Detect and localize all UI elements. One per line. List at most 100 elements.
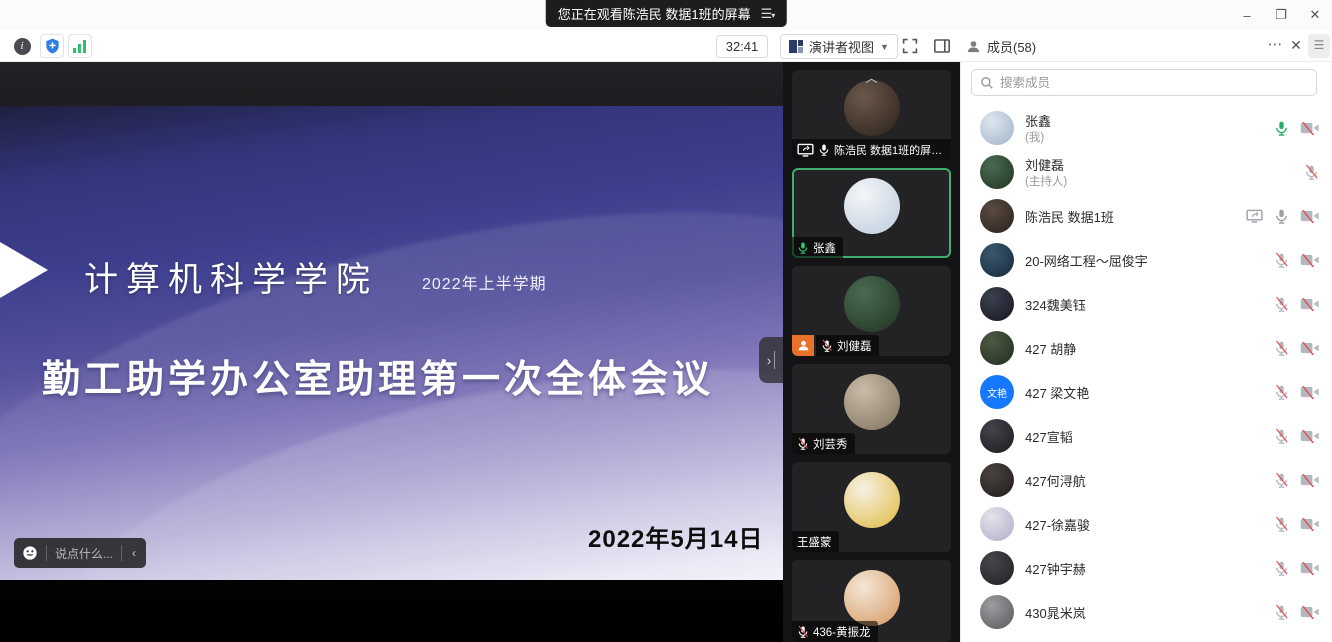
video-tile[interactable]: 436-黄振龙﹀ <box>792 560 951 642</box>
emoji-icon[interactable] <box>22 545 38 561</box>
panel-drag-handle-icon[interactable]: ☰ <box>1308 34 1330 58</box>
security-shield-icon[interactable] <box>40 34 64 58</box>
meeting-toolbar: i 32:41 演讲者视图 ▼ 成员(58) ⋯ ✕ ☰ <box>0 30 1332 62</box>
window-titlebar: 您正在观看陈浩民 数据1班的屏幕 ☰▾ – ❐ ✕ <box>0 0 1332 30</box>
side-panel-toggle-icon[interactable] <box>930 34 954 58</box>
tile-name: 王盛蒙 <box>797 534 832 550</box>
member-row[interactable]: 427宣韬 <box>961 414 1332 458</box>
video-tile[interactable]: 刘芸秀 <box>792 364 951 454</box>
member-name: 324魏美钰 <box>1025 295 1086 314</box>
member-row[interactable]: 427钟宇赫 <box>961 546 1332 590</box>
more-options-icon[interactable]: ⋯ <box>1264 34 1286 58</box>
tile-name-label: 王盛蒙 <box>792 531 839 552</box>
video-tile[interactable]: 张鑫 <box>792 168 951 258</box>
member-row[interactable]: 427-徐嘉骏 <box>961 502 1332 546</box>
slide-main-heading: 勤工助学办公室助理第一次全体会议 <box>42 348 714 403</box>
camera-muted-icon <box>1300 561 1319 575</box>
meeting-info-icon[interactable]: i <box>10 34 34 58</box>
member-row[interactable]: 文艳 427 梁文艳 <box>961 370 1332 414</box>
members-panel-header: 成员(58) <box>966 34 1036 58</box>
scroll-up-icon[interactable]: ︿ <box>865 73 877 83</box>
search-icon <box>980 76 994 90</box>
member-row[interactable]: 324魏美钰 <box>961 282 1332 326</box>
network-signal-icon[interactable] <box>68 34 92 58</box>
close-button[interactable]: ✕ <box>1298 0 1332 30</box>
member-name: 张鑫 <box>1025 111 1051 130</box>
mic-muted-icon <box>1274 384 1289 401</box>
mic-muted-icon <box>821 339 833 353</box>
chat-divider <box>121 545 122 561</box>
chat-input-bar[interactable]: 说点什么... ‹ <box>14 538 146 568</box>
avatar <box>980 243 1014 277</box>
avatar <box>844 472 900 528</box>
member-search-input[interactable] <box>1000 76 1308 90</box>
chat-divider <box>46 545 47 561</box>
slide-arrow-decoration <box>0 242 48 298</box>
meeting-timer: 32:41 <box>716 35 768 58</box>
panel-close-icon[interactable]: ✕ <box>1286 34 1306 58</box>
avatar <box>844 178 900 234</box>
mic-muted-icon <box>1274 472 1289 489</box>
avatar <box>980 199 1014 233</box>
member-name: 427宣韬 <box>1025 427 1073 446</box>
video-tile[interactable]: 陈浩民 数据1班的屏… ︿ <box>792 70 951 160</box>
view-mode-button[interactable]: 演讲者视图 ▼ <box>780 34 898 59</box>
mic-icon <box>797 241 809 255</box>
mic-icon <box>1274 208 1289 225</box>
member-row[interactable]: 张鑫 (我) <box>961 106 1332 150</box>
window-controls: – ❐ ✕ <box>1230 0 1332 30</box>
minimize-button[interactable]: – <box>1230 0 1264 30</box>
member-name: 430晁米岚 <box>1025 603 1086 622</box>
member-search-box[interactable] <box>971 69 1317 96</box>
camera-muted-icon <box>1300 297 1319 311</box>
member-row[interactable]: 427 胡静 <box>961 326 1332 370</box>
camera-muted-icon <box>1300 605 1319 619</box>
avatar: 文艳 <box>980 375 1014 409</box>
fullscreen-icon[interactable] <box>898 34 922 58</box>
mic-muted-icon <box>1304 164 1319 181</box>
scroll-down-icon[interactable]: ﹀ <box>865 608 877 618</box>
video-tile[interactable]: 王盛蒙 <box>792 462 951 552</box>
member-row[interactable]: 427何浔航 <box>961 458 1332 502</box>
watching-banner: 您正在观看陈浩民 数据1班的屏幕 ☰▾ <box>546 0 787 27</box>
avatar <box>980 595 1014 629</box>
member-name: 427-徐嘉骏 <box>1025 515 1090 534</box>
slide-date: 2022年5月14日 <box>588 519 763 554</box>
avatar <box>980 155 1014 189</box>
mic-icon <box>818 143 830 157</box>
member-name: 427 梁文艳 <box>1025 383 1089 402</box>
screen-share-icon <box>1246 209 1263 223</box>
member-name: 427钟宇赫 <box>1025 559 1086 578</box>
mic-muted-icon <box>1274 516 1289 533</box>
tile-name: 张鑫 <box>813 240 836 256</box>
tile-name-label: 陈浩民 数据1班的屏… <box>792 139 951 160</box>
mic-muted-icon <box>1274 560 1289 577</box>
banner-menu-icon[interactable]: ☰▾ <box>761 6 775 22</box>
member-row[interactable]: 430晁米岚 <box>961 590 1332 634</box>
member-role-label: (我) <box>1025 129 1044 145</box>
maximize-button[interactable]: ❐ <box>1264 0 1298 30</box>
members-panel: 张鑫 (我) 刘健磊 (主持人) 陈浩民 数据1班 <box>960 62 1332 642</box>
slide-organization-title: 计算机科学学院 <box>84 252 378 301</box>
member-status-icons <box>1274 326 1319 370</box>
chat-input-placeholder[interactable]: 说点什么... <box>55 545 113 562</box>
avatar <box>980 287 1014 321</box>
mic-muted-icon <box>1274 296 1289 313</box>
member-name: 陈浩民 数据1班 <box>1025 207 1114 226</box>
member-row[interactable]: 20-网络工程～屈俊宇 <box>961 238 1332 282</box>
presentation-slide: 计算机科学学院 2022年上半学期 勤工助学办公室助理第一次全体会议 2022年… <box>0 106 783 580</box>
video-tile[interactable]: 刘健磊 <box>792 266 951 356</box>
member-row[interactable]: 刘健磊 (主持人) <box>961 150 1332 194</box>
member-name: 刘健磊 <box>1025 155 1064 174</box>
avatar <box>844 80 900 136</box>
member-status-icons <box>1274 238 1319 282</box>
camera-muted-icon <box>1300 209 1319 223</box>
video-tile-strip: 陈浩民 数据1班的屏… ︿ 张鑫 刘健磊 刘芸秀 王盛蒙 436-黄振龙﹀ <box>783 62 960 642</box>
video-strip-expand-handle[interactable]: › <box>759 337 783 383</box>
member-row[interactable]: 陈浩民 数据1班 <box>961 194 1332 238</box>
mic-muted-icon <box>797 625 809 639</box>
chat-collapse-icon[interactable]: ‹ <box>130 546 138 560</box>
avatar <box>980 111 1014 145</box>
tile-name: 刘芸秀 <box>813 436 848 452</box>
mic-muted-icon <box>1274 252 1289 269</box>
